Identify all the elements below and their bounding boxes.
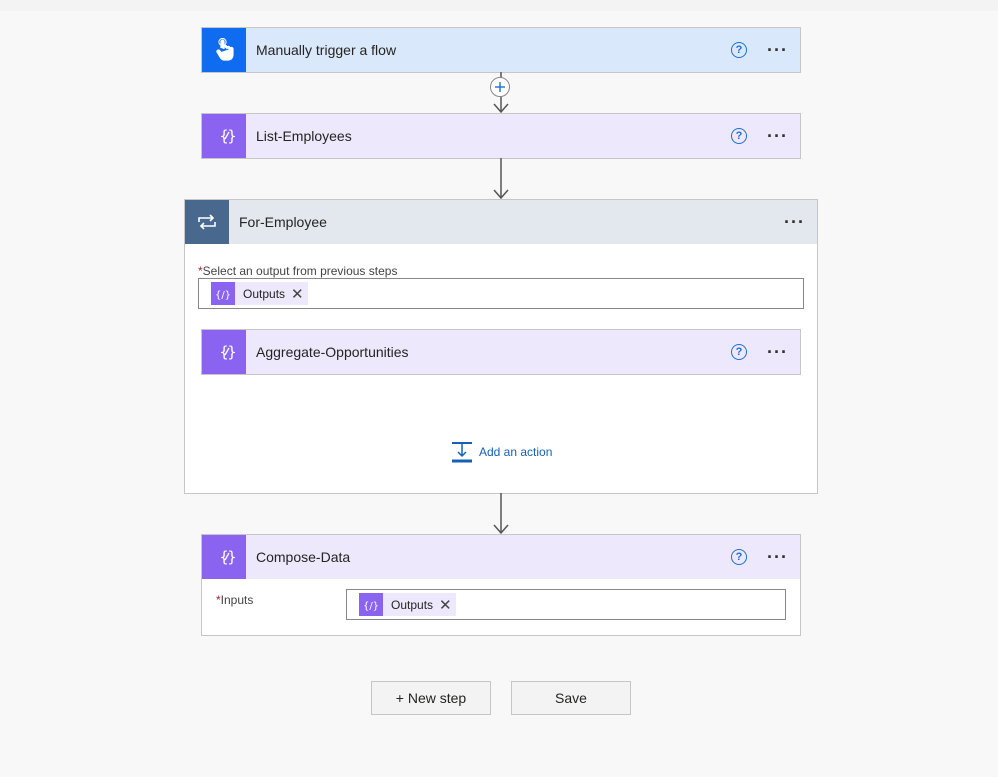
- more-options-button[interactable]: ···: [784, 213, 805, 231]
- curly-braces-edit-icon: { }: [202, 535, 246, 579]
- svg-text:{/}: {/}: [216, 290, 230, 300]
- outputs-token[interactable]: {/} Outputs ✕: [359, 593, 456, 616]
- close-icon[interactable]: ✕: [439, 596, 456, 614]
- close-icon[interactable]: ✕: [291, 285, 308, 303]
- aggregate-opportunities-step-title: Aggregate-Opportunities: [256, 344, 409, 360]
- svg-text:}: }: [227, 127, 236, 145]
- inputs-field[interactable]: {/} Outputs ✕: [346, 589, 786, 620]
- more-options-button[interactable]: ···: [767, 127, 788, 145]
- compose-data-header[interactable]: { } Compose-Data ? ···: [202, 535, 800, 579]
- step-connector-arrow: [493, 493, 509, 535]
- for-employee-loop-title: For-Employee: [239, 214, 327, 230]
- repeat-loop-icon: [185, 200, 229, 244]
- help-circle-icon[interactable]: ?: [731, 549, 748, 565]
- loop-output-input[interactable]: {/} Outputs ✕: [198, 278, 804, 309]
- help-circle-icon[interactable]: ?: [731, 344, 748, 360]
- insert-action-icon: [452, 442, 472, 463]
- curly-braces-edit-icon: { }: [202, 114, 246, 158]
- for-employee-loop-container: For-Employee ··· *Select an output from …: [184, 199, 818, 494]
- top-bar: [0, 0, 998, 11]
- inputs-label-text: Inputs: [220, 593, 254, 607]
- more-options-button[interactable]: ···: [767, 548, 788, 566]
- aggregate-opportunities-step-card[interactable]: { } Aggregate-Opportunities ? ···: [201, 329, 801, 375]
- new-step-button[interactable]: + New step: [371, 681, 491, 715]
- outputs-token-label: Outputs: [391, 597, 434, 612]
- loop-input-label: *Select an output from previous steps: [198, 264, 397, 278]
- inputs-label: *Inputs: [216, 593, 253, 607]
- help-circle-icon[interactable]: ?: [731, 128, 748, 144]
- add-an-action-link[interactable]: Add an action: [451, 441, 552, 463]
- help-circle-icon[interactable]: ?: [731, 42, 748, 58]
- trigger-step-card[interactable]: Manually trigger a flow ? ···: [201, 27, 801, 73]
- list-employees-step-card[interactable]: { } List-Employees ? ···: [201, 113, 801, 159]
- touch-hand-icon: [202, 28, 246, 72]
- loop-input-label-text: Select an output from previous steps: [202, 264, 398, 278]
- outputs-token-label: Outputs: [243, 286, 286, 301]
- add-an-action-label: Add an action: [479, 445, 553, 459]
- curly-braces-edit-icon: {/}: [211, 282, 235, 305]
- trigger-step-title: Manually trigger a flow: [256, 42, 397, 58]
- compose-data-step-title: Compose-Data: [256, 549, 351, 565]
- list-employees-step-title: List-Employees: [256, 128, 352, 144]
- step-connector-arrow: [493, 158, 509, 200]
- for-employee-loop-header[interactable]: For-Employee ···: [185, 200, 817, 244]
- add-step-plus-icon[interactable]: [490, 77, 510, 97]
- save-button[interactable]: Save: [511, 681, 631, 715]
- svg-text:{/}: {/}: [364, 601, 378, 611]
- curly-braces-edit-icon: { }: [202, 330, 246, 374]
- more-options-button[interactable]: ···: [767, 41, 788, 59]
- svg-text:}: }: [227, 343, 236, 361]
- compose-data-step-card: { } Compose-Data ? ··· *Inputs {/} Outpu…: [201, 534, 801, 636]
- svg-text:}: }: [227, 548, 236, 566]
- outputs-token[interactable]: {/} Outputs ✕: [211, 282, 308, 305]
- curly-braces-edit-icon: {/}: [359, 593, 383, 616]
- more-options-button[interactable]: ···: [767, 343, 788, 361]
